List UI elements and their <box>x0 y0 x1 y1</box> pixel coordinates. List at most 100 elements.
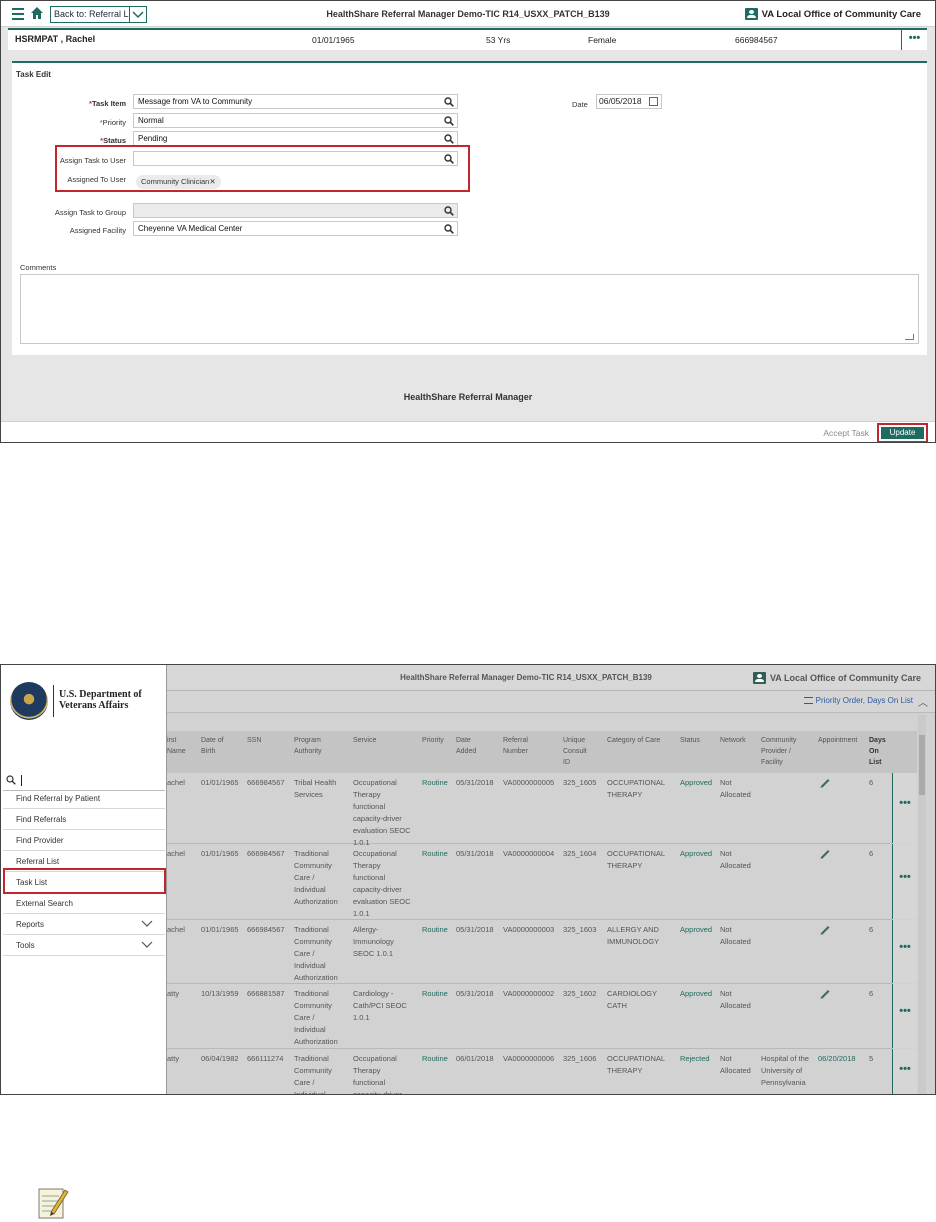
column-header[interactable]: Appointment <box>818 735 857 746</box>
org-selector[interactable]: VA Local Office of Community Care <box>744 8 921 20</box>
priority-field[interactable]: Normal <box>133 113 458 128</box>
column-header[interactable]: Unique Consult ID <box>563 735 587 768</box>
edit-pencil-icon[interactable] <box>819 923 831 935</box>
cell-ssn: 666984567 <box>247 925 285 934</box>
sidebar-item-find-provider[interactable]: Find Provider <box>3 830 165 851</box>
cell-added: 05/31/2018 <box>456 925 494 934</box>
table-row[interactable]: achel 01/01/1965 666984567 Tribal Health Se… <box>167 773 892 847</box>
table-row[interactable]: atty 10/13/1959 666881587 Traditional Commu… <box>167 984 892 1049</box>
column-header[interactable]: Date of Birth <box>201 735 224 757</box>
sidebar-item-external-search[interactable]: External Search <box>3 893 165 914</box>
row-more-button[interactable]: ••• <box>892 773 917 843</box>
cell-ssn: 666984567 <box>247 778 285 787</box>
chevron-down-icon[interactable] <box>141 939 153 949</box>
cell-program: Traditional Community Care / Individual … <box>294 849 338 906</box>
column-header[interactable]: Community Provider / Facility <box>761 735 796 768</box>
status-label: *Status <box>100 136 126 145</box>
chevron-up-icon[interactable]: ︿ <box>918 694 928 709</box>
cell-category: OCCUPATIONAL THERAPY <box>607 778 666 799</box>
chevron-down-icon[interactable] <box>141 918 153 928</box>
document-link[interactable] <box>70 603 343 620</box>
column-header[interactable]: Date Added <box>456 735 476 757</box>
patient-age: 53 Yrs <box>486 35 511 45</box>
column-header[interactable]: Days On List <box>869 735 886 768</box>
edit-pencil-icon[interactable] <box>819 847 831 859</box>
table-row[interactable]: achel 01/01/1965 666984567 Traditional Comm… <box>167 844 892 920</box>
search-icon[interactable] <box>444 97 454 107</box>
cell-days: 6 <box>869 849 874 858</box>
cell-dob: 10/13/1959 <box>201 989 239 998</box>
search-icon[interactable] <box>444 116 454 126</box>
search-icon[interactable] <box>444 224 454 234</box>
column-header[interactable]: Network <box>720 735 746 746</box>
cell-referral: VA0000000003 <box>503 925 555 934</box>
cell-dob: 01/01/1965 <box>201 925 239 934</box>
cell-dob: 01/01/1965 <box>201 778 239 787</box>
va-seal-logo <box>10 682 48 720</box>
column-header[interactable]: Referral Number <box>503 735 528 757</box>
task-edit-screenshot: Back to: Referral List HealthShare Refer… <box>0 0 936 443</box>
column-header[interactable]: Category of Care <box>607 735 660 746</box>
cell-dob: 01/01/1965 <box>201 849 239 858</box>
cell-program: Traditional Community Care / Individual … <box>294 925 338 982</box>
cell-priority: Routine <box>422 925 448 934</box>
cell-status: Approved <box>680 778 713 787</box>
form-title: Task Edit <box>16 70 51 79</box>
search-icon[interactable] <box>444 134 454 144</box>
table-row[interactable]: achel 01/01/1965 666984567 Traditional Comm… <box>167 920 892 984</box>
edit-pencil-icon[interactable] <box>819 987 831 999</box>
org-selector[interactable]: VA Local Office of Community Care <box>752 672 921 684</box>
task-item-field[interactable]: Message from VA to Community <box>133 94 458 109</box>
cell-network: Not Allocated <box>720 989 751 1010</box>
column-header[interactable]: Priority <box>422 735 444 746</box>
sidebar-item-find-referrals[interactable]: Find Referrals <box>3 809 165 830</box>
column-header[interactable]: Program Authority <box>294 735 322 757</box>
edit-pencil-icon[interactable] <box>819 776 831 788</box>
calendar-icon[interactable] <box>649 97 658 106</box>
scrollbar[interactable] <box>918 715 926 1094</box>
column-header[interactable]: Service <box>353 735 376 746</box>
table-row[interactable]: atty 06/04/1982 666111274 Traditional Commu… <box>167 1049 892 1094</box>
row-more-button[interactable]: ••• <box>892 1049 917 1094</box>
patient-ssn: 666984567 <box>735 35 778 45</box>
org-name: VA Local Office of Community Care <box>769 673 921 683</box>
row-more-button[interactable]: ••• <box>892 984 917 1048</box>
patient-more-button[interactable]: ••• <box>901 30 927 50</box>
sidebar-item-find-referral-by-patient[interactable]: Find Referral by Patient <box>3 788 165 809</box>
task-item-label: *Task Item <box>89 99 126 108</box>
column-header[interactable]: irst Name <box>167 735 186 757</box>
sidebar-item-tools[interactable]: Tools <box>3 935 165 956</box>
cell-added: 05/31/2018 <box>456 989 494 998</box>
cell-referral: VA0000000005 <box>503 778 555 787</box>
navigation-sidebar: U.S. Department of Veterans Affairs Find… <box>1 665 167 1094</box>
search-icon[interactable] <box>444 206 454 216</box>
row-more-button[interactable]: ••• <box>892 844 917 919</box>
cell-consult: 325_1602 <box>563 989 597 998</box>
cell-first: atty <box>167 989 180 998</box>
status-field[interactable]: Pending <box>133 131 458 146</box>
footer-brand: HealthShare Referral Manager <box>403 392 533 402</box>
cell-days: 6 <box>869 989 874 998</box>
update-button[interactable]: Update <box>881 427 924 439</box>
cell-service: Occupational Therapy functional capacity… <box>353 849 411 918</box>
patient-gender: Female <box>588 35 617 45</box>
date-field[interactable]: 06/05/2018 <box>596 94 662 109</box>
cell-consult: 325_1603 <box>563 925 597 934</box>
cell-days: 6 <box>869 778 874 787</box>
comments-textarea[interactable] <box>20 274 919 344</box>
cell-appointment: 06/20/2018 <box>818 1054 856 1063</box>
cell-first: achel <box>167 778 185 787</box>
update-highlight-box: Update <box>877 423 928 442</box>
column-header[interactable]: Status <box>680 735 700 746</box>
cell-service: Cardiology - Cath/PCI SEOC 1.0.1 <box>353 989 407 1022</box>
sort-order-link[interactable]: Priority Order, Days On List <box>803 696 913 705</box>
app-header: Back to: Referral List HealthShare Refer… <box>1 1 935 27</box>
sort-icon <box>803 697 813 704</box>
assign-task-to-group-label: Assign Task to Group <box>54 208 126 217</box>
assigned-facility-field[interactable]: Cheyenne VA Medical Center <box>133 221 458 236</box>
sidebar-item-reports[interactable]: Reports <box>3 914 165 935</box>
accept-task-button[interactable]: Accept Task <box>823 428 869 438</box>
assign-task-to-group-field[interactable] <box>133 203 458 218</box>
column-header[interactable]: SSN <box>247 735 261 746</box>
row-more-button[interactable]: ••• <box>892 920 917 983</box>
